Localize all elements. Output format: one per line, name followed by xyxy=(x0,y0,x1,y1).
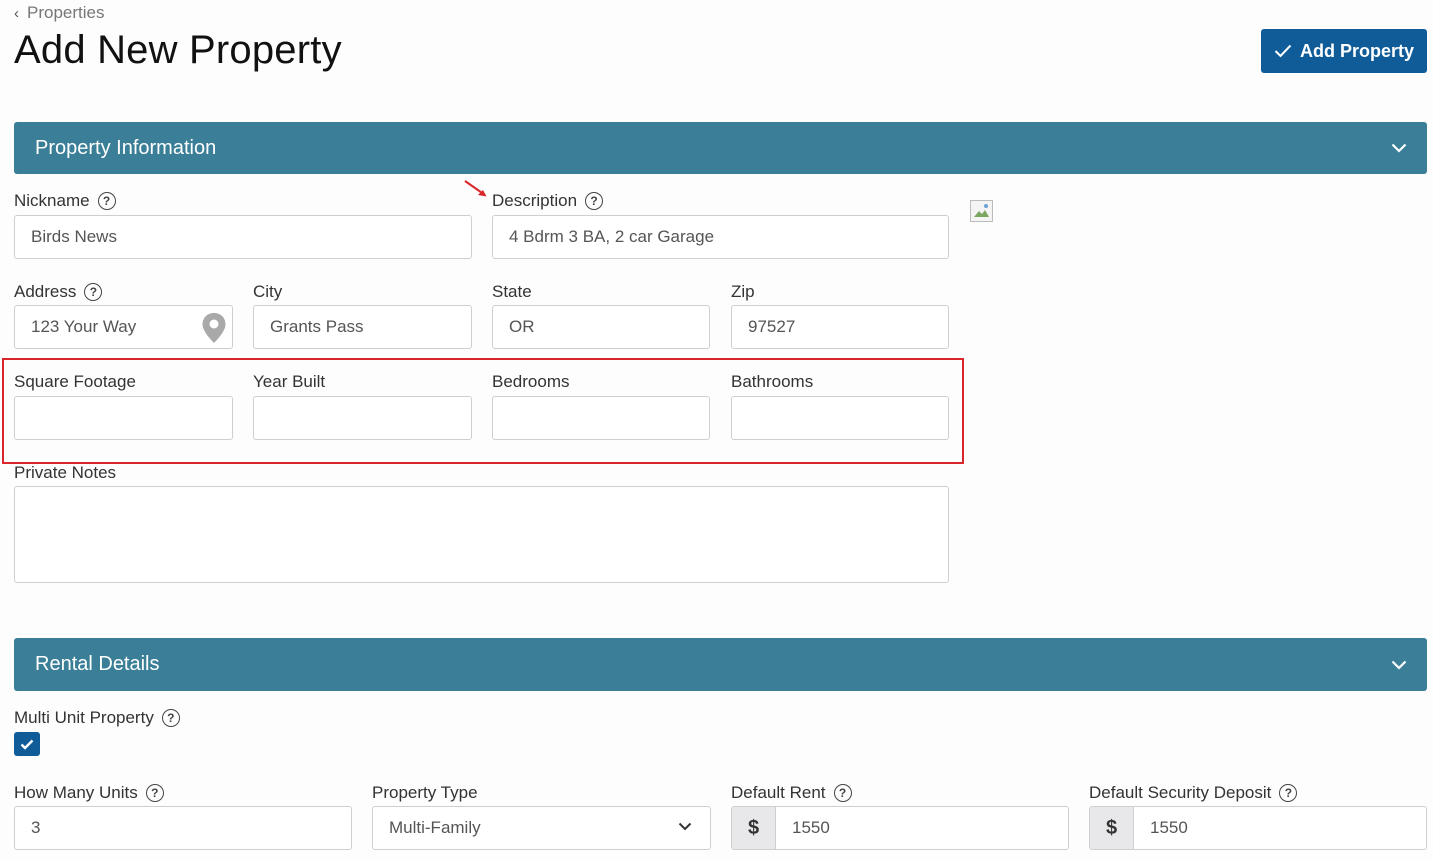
add-property-label: Add Property xyxy=(1299,40,1414,61)
map-pin-icon[interactable] xyxy=(201,312,227,344)
section-rental-details[interactable]: Rental Details xyxy=(14,638,1427,691)
units-label: How Many Units ? xyxy=(14,783,164,803)
private-notes-textarea[interactable] xyxy=(14,486,949,583)
description-input[interactable]: 4 Bdrm 3 BA, 2 car Garage xyxy=(492,215,949,259)
chevron-left-icon: ‹ xyxy=(14,4,19,22)
chevron-down-icon xyxy=(678,822,692,831)
bedrooms-label: Bedrooms xyxy=(492,372,570,391)
security-deposit-input[interactable]: $ 1550 xyxy=(1089,806,1427,850)
help-icon[interactable]: ? xyxy=(161,709,180,727)
bathrooms-label: Bathrooms xyxy=(731,372,814,391)
broken-image-icon xyxy=(970,200,993,222)
page-title: Add New Property xyxy=(14,28,342,72)
security-deposit-label: Default Security Deposit ? xyxy=(1089,783,1298,803)
property-type-select[interactable]: Multi-Family xyxy=(372,806,711,850)
description-label: Description ? xyxy=(492,191,604,211)
bathrooms-input[interactable] xyxy=(731,396,949,440)
square-footage-input[interactable] xyxy=(14,396,233,440)
address-input[interactable]: 123 Your Way xyxy=(14,305,233,349)
multi-unit-label: Multi Unit Property ? xyxy=(14,708,180,728)
section-title: Property Information xyxy=(35,136,217,159)
chevron-down-icon xyxy=(1391,143,1407,153)
city-input[interactable]: Grants Pass xyxy=(253,305,472,349)
annotation-arrow-icon xyxy=(464,180,487,197)
default-rent-label: Default Rent ? xyxy=(731,783,852,803)
state-label: State xyxy=(492,282,532,301)
chevron-down-icon xyxy=(1391,660,1407,670)
units-input[interactable]: 3 xyxy=(14,806,352,850)
breadcrumb-link-properties[interactable]: Properties xyxy=(27,3,104,23)
bedrooms-input[interactable] xyxy=(492,396,710,440)
zip-input[interactable]: 97527 xyxy=(731,305,949,349)
square-footage-label: Square Footage xyxy=(14,372,136,391)
nickname-input[interactable]: Birds News xyxy=(14,215,472,259)
check-icon xyxy=(1274,44,1292,58)
help-icon[interactable]: ? xyxy=(585,192,604,210)
help-icon[interactable]: ? xyxy=(1279,784,1298,802)
help-icon[interactable]: ? xyxy=(833,784,852,802)
section-title: Rental Details xyxy=(35,653,160,675)
help-icon[interactable]: ? xyxy=(84,283,103,301)
multi-unit-checkbox[interactable] xyxy=(14,732,40,756)
default-rent-input[interactable]: $ 1550 xyxy=(731,806,1069,850)
year-built-label: Year Built xyxy=(253,372,326,391)
nickname-label: Nickname ? xyxy=(14,191,116,211)
check-icon xyxy=(20,739,34,750)
zip-label: Zip xyxy=(731,282,755,301)
dollar-prefix: $ xyxy=(1090,807,1134,849)
section-property-information[interactable]: Property Information xyxy=(14,122,1427,174)
add-property-button[interactable]: Add Property xyxy=(1261,29,1427,73)
help-icon[interactable]: ? xyxy=(97,192,116,210)
address-label: Address ? xyxy=(14,282,103,302)
dollar-prefix: $ xyxy=(732,807,776,849)
year-built-input[interactable] xyxy=(253,396,472,440)
private-notes-label: Private Notes xyxy=(14,463,117,482)
breadcrumb[interactable]: ‹ Properties xyxy=(14,3,104,23)
state-input[interactable]: OR xyxy=(492,305,710,349)
property-type-label: Property Type xyxy=(372,783,478,802)
city-label: City xyxy=(253,282,283,301)
help-icon[interactable]: ? xyxy=(145,784,164,802)
